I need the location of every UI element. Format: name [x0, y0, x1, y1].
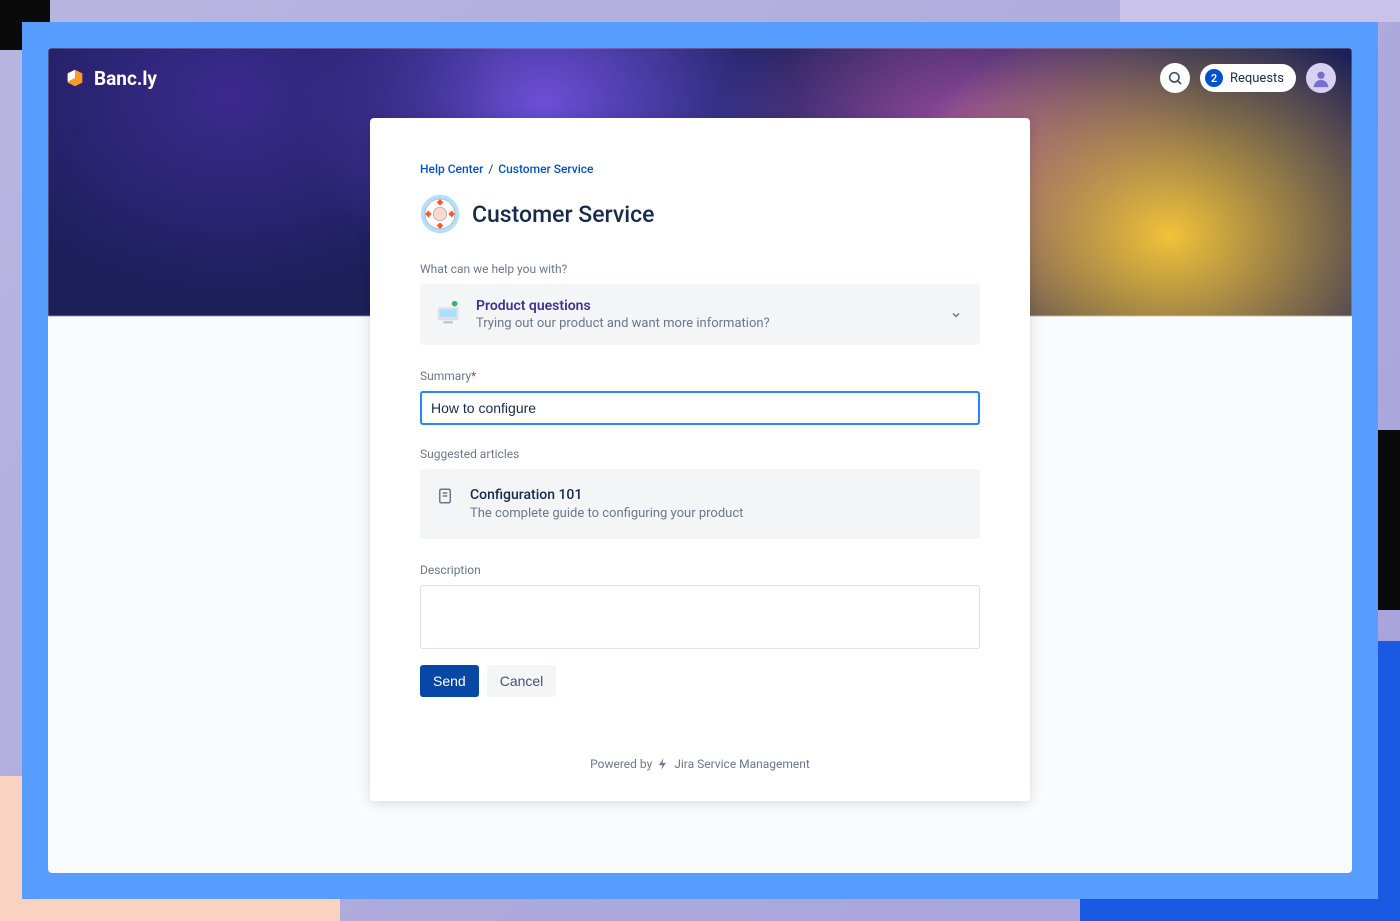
summary-label: Summary* [420, 369, 980, 383]
brand-logo-icon [64, 67, 86, 89]
request-card: Help Center / Customer Service [370, 118, 1030, 801]
lifebuoy-icon [420, 194, 460, 234]
article-title: Configuration 101 [470, 487, 962, 503]
title-row: Customer Service [420, 194, 980, 234]
computer-icon [434, 298, 464, 328]
article-desc: The complete guide to configuring your p… [470, 506, 962, 521]
breadcrumb-current[interactable]: Customer Service [498, 162, 593, 176]
summary-label-text: Summary [420, 369, 471, 383]
send-button[interactable]: Send [420, 665, 479, 697]
suggested-article[interactable]: Configuration 101 The complete guide to … [420, 469, 980, 539]
article-icon [436, 487, 454, 505]
requests-label: Requests [1230, 71, 1284, 86]
required-star: * [471, 369, 476, 383]
brand[interactable]: Banc.ly [64, 67, 157, 90]
cancel-button[interactable]: Cancel [487, 665, 557, 697]
requests-badge: 2 [1205, 69, 1223, 87]
button-row: Send Cancel [420, 665, 980, 697]
topbar-right: 2 Requests [1160, 63, 1336, 93]
description-label: Description [420, 563, 980, 577]
search-icon [1167, 70, 1183, 86]
bolt-icon [656, 757, 670, 771]
powered-prefix: Powered by [590, 757, 652, 771]
request-type-select[interactable]: Product questions Trying out our product… [420, 284, 980, 345]
breadcrumb-separator: / [488, 162, 496, 176]
request-type-title: Product questions [476, 298, 936, 314]
request-type-desc: Trying out our product and want more inf… [476, 316, 936, 331]
summary-input[interactable] [420, 391, 980, 425]
breadcrumb: Help Center / Customer Service [420, 162, 980, 176]
outer-frame: Banc.ly 2 Requests [22, 22, 1378, 899]
app-window: Banc.ly 2 Requests [48, 48, 1352, 873]
description-input[interactable] [420, 585, 980, 649]
requests-button[interactable]: 2 Requests [1200, 64, 1296, 92]
page-title: Customer Service [472, 201, 654, 228]
powered-product: Jira Service Management [674, 757, 810, 771]
topbar: Banc.ly 2 Requests [64, 60, 1336, 96]
help-with-label: What can we help you with? [420, 262, 980, 276]
avatar-icon [1310, 67, 1332, 89]
brand-name: Banc.ly [94, 67, 157, 90]
breadcrumb-root[interactable]: Help Center [420, 162, 483, 176]
decoration [1120, 0, 1400, 22]
chevron-down-icon [950, 309, 962, 321]
backdrop: Banc.ly 2 Requests [0, 0, 1400, 921]
avatar[interactable] [1306, 63, 1336, 93]
search-button[interactable] [1160, 63, 1190, 93]
suggested-label: Suggested articles [420, 447, 980, 461]
powered-by: Powered by Jira Service Management [420, 757, 980, 771]
